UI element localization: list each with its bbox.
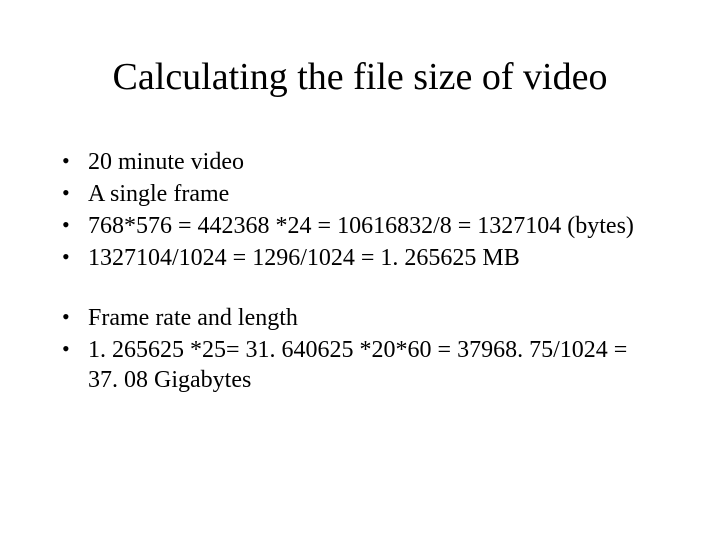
list-item: 768*576 = 442368 *24 = 10616832/8 = 1327… [88,211,660,241]
slide-title: Calculating the file size of video [60,55,660,99]
bullet-group-1: 20 minute video A single frame 768*576 =… [60,147,660,273]
list-item: 1. 265625 *25= 31. 640625 *20*60 = 37968… [88,335,660,395]
bullet-group-2: Frame rate and length 1. 265625 *25= 31.… [60,303,660,395]
list-item: 20 minute video [88,147,660,177]
list-item: A single frame [88,179,660,209]
list-item: 1327104/1024 = 1296/1024 = 1. 265625 MB [88,243,660,273]
list-item: Frame rate and length [88,303,660,333]
spacer [60,275,660,303]
